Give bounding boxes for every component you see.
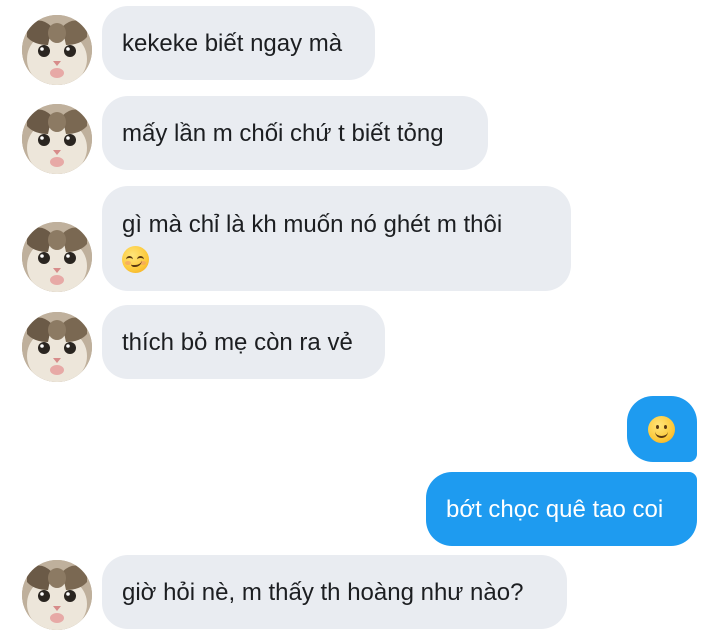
outgoing-message-bubble[interactable]: bớt chọc quê tao coi [426, 472, 697, 546]
contact-avatar[interactable] [22, 560, 92, 630]
message-text: mấy lần m chối chứ t biết tỏng [122, 120, 444, 147]
cat-photo-avatar-icon [22, 104, 92, 174]
message-text: kekeke biết ngay mà [122, 30, 343, 57]
smirking-face-icon [122, 246, 149, 274]
message-text: giờ hỏi nè, m thấy th hoàng như nào? [122, 579, 524, 606]
cat-photo-avatar-icon [22, 560, 92, 630]
cat-photo-avatar-icon [22, 15, 92, 85]
incoming-message-bubble[interactable]: thích bỏ mẹ còn ra vẻ [102, 305, 385, 379]
incoming-message-bubble[interactable]: mấy lần m chối chứ t biết tỏng [102, 96, 488, 170]
message-text: bớt chọc quê tao coi [446, 496, 664, 523]
cat-photo-avatar-icon [22, 222, 92, 292]
incoming-message-bubble[interactable]: gì mà chỉ là kh muốn nó ghét m thôi [102, 186, 571, 291]
incoming-message-bubble[interactable]: giờ hỏi nè, m thấy th hoàng như nào? [102, 555, 567, 629]
message-text: gì mà chỉ là kh muốn nó ghét m thôi [122, 211, 503, 238]
slightly-smiling-face-icon [648, 416, 675, 443]
incoming-message-bubble[interactable]: kekeke biết ngay mà [102, 6, 375, 80]
cat-photo-avatar-icon [22, 312, 92, 382]
contact-avatar[interactable] [22, 15, 92, 85]
message-text: thích bỏ mẹ còn ra vẻ [122, 329, 353, 356]
contact-avatar[interactable] [22, 312, 92, 382]
contact-avatar[interactable] [22, 104, 92, 174]
contact-avatar[interactable] [22, 222, 92, 292]
outgoing-message-bubble[interactable] [627, 396, 697, 462]
